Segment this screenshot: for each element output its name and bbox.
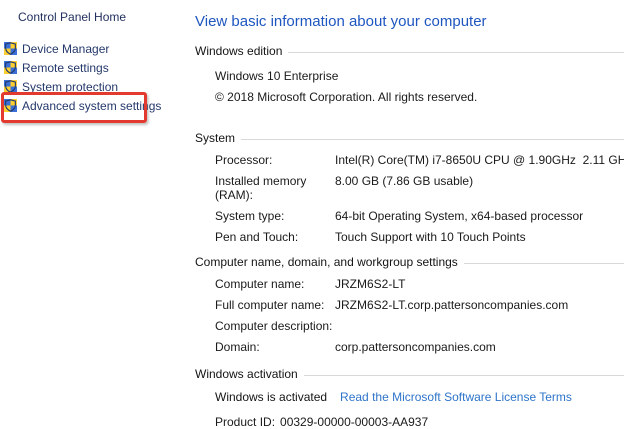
sidebar-item-label: System protection xyxy=(22,79,119,94)
computer-name-rows: Computer name: JRZM6S2-LT Full computer … xyxy=(195,277,624,354)
section-rule xyxy=(288,51,624,53)
product-id-value: 00329-00000-00003-AA937 xyxy=(280,415,429,429)
info-row-system-type: System type: 64-bit Operating System, x6… xyxy=(215,209,624,223)
row-label: System type: xyxy=(215,209,285,223)
info-row-pen-and-touch: Pen and Touch: Touch Support with 10 Tou… xyxy=(215,230,624,244)
row-label: Computer name: xyxy=(215,277,305,291)
section-rule xyxy=(463,262,624,264)
sidebar-item-advanced-system-settings[interactable]: Advanced system settings xyxy=(0,96,161,115)
section-header-computer-name: Computer name, domain, and workgroup set… xyxy=(195,255,624,269)
row-value: Touch Support with 10 Touch Points xyxy=(335,230,526,244)
section-rule xyxy=(303,374,624,376)
row-label: Processor: xyxy=(215,153,273,167)
product-id-row: Product ID: 00329-00000-00003-AA937 xyxy=(215,415,624,429)
row-value: 64-bit Operating System, x64-based proce… xyxy=(335,209,584,223)
system-control-panel-page: Control Panel Home Device Manager Remote… xyxy=(0,0,624,429)
section-header-label: Windows edition xyxy=(195,44,283,58)
info-row-computer-name: Computer name: JRZM6S2-LT xyxy=(215,277,624,291)
sidebar-item-control-panel-home[interactable]: Control Panel Home xyxy=(18,10,126,24)
section-header-label: System xyxy=(195,131,236,145)
sidebar-item-system-protection[interactable]: System protection xyxy=(0,77,161,96)
row-label: Installed memory (RAM): xyxy=(215,174,307,202)
row-value: JRZM6S2-LT xyxy=(335,277,406,291)
sidebar-item-label: Advanced system settings xyxy=(22,98,162,113)
license-terms-link[interactable]: Read the Microsoft Software License Term… xyxy=(340,390,572,404)
row-value: 8.00 GB (7.86 GB usable) xyxy=(335,174,474,188)
sidebar-task-list: Device Manager Remote settings System pr… xyxy=(0,39,161,115)
windows-edition-value: Windows 10 Enterprise xyxy=(215,69,339,83)
section-header-label: Computer name, domain, and workgroup set… xyxy=(195,255,458,269)
section-header-windows-activation: Windows activation xyxy=(195,367,624,381)
section-header-label: Windows activation xyxy=(195,367,298,381)
info-row-domain: Domain: corp.pattersoncompanies.com xyxy=(215,340,624,354)
sidebar-item-device-manager[interactable]: Device Manager xyxy=(0,39,161,58)
main-content: View basic information about your comput… xyxy=(195,0,624,429)
row-value: Intel(R) Core(TM) i7-8650U CPU @ 1.90GHz… xyxy=(335,153,624,167)
uac-shield-icon xyxy=(4,61,17,74)
sidebar-item-remote-settings[interactable]: Remote settings xyxy=(0,58,161,77)
uac-shield-icon xyxy=(4,99,17,112)
product-id-label: Product ID: xyxy=(215,415,276,429)
row-value: JRZM6S2-LT.corp.pattersoncompanies.com xyxy=(335,298,569,312)
row-label: Full computer name: xyxy=(215,298,325,312)
system-info-rows: Processor: Intel(R) Core(TM) i7-8650U CP… xyxy=(195,153,624,244)
row-label: Computer description: xyxy=(215,319,333,333)
info-row-full-computer-name: Full computer name: JRZM6S2-LT.corp.patt… xyxy=(215,298,624,312)
row-label: Domain: xyxy=(215,340,260,354)
sidebar: Control Panel Home Device Manager Remote… xyxy=(0,0,182,411)
section-rule xyxy=(241,138,624,140)
section-header-system: System xyxy=(195,131,624,145)
sidebar-item-label: Remote settings xyxy=(22,60,109,75)
copyright-text: © 2018 Microsoft Corporation. All rights… xyxy=(215,90,478,104)
sidebar-item-label: Device Manager xyxy=(22,41,110,56)
uac-shield-icon xyxy=(4,42,17,55)
section-header-windows-edition: Windows edition xyxy=(195,44,624,58)
activation-status-text: Windows is activated xyxy=(215,390,328,404)
row-label: Pen and Touch: xyxy=(215,230,299,244)
activation-status-row: Windows is activated Read the Microsoft … xyxy=(215,390,624,404)
info-row-processor: Processor: Intel(R) Core(TM) i7-8650U CP… xyxy=(215,153,624,167)
page-title: View basic information about your comput… xyxy=(195,13,487,30)
info-row-installed-memory: Installed memory (RAM): 8.00 GB (7.86 GB… xyxy=(215,174,624,202)
row-value: corp.pattersoncompanies.com xyxy=(335,340,496,354)
info-row-computer-description: Computer description: xyxy=(215,319,624,333)
uac-shield-icon xyxy=(4,80,17,93)
